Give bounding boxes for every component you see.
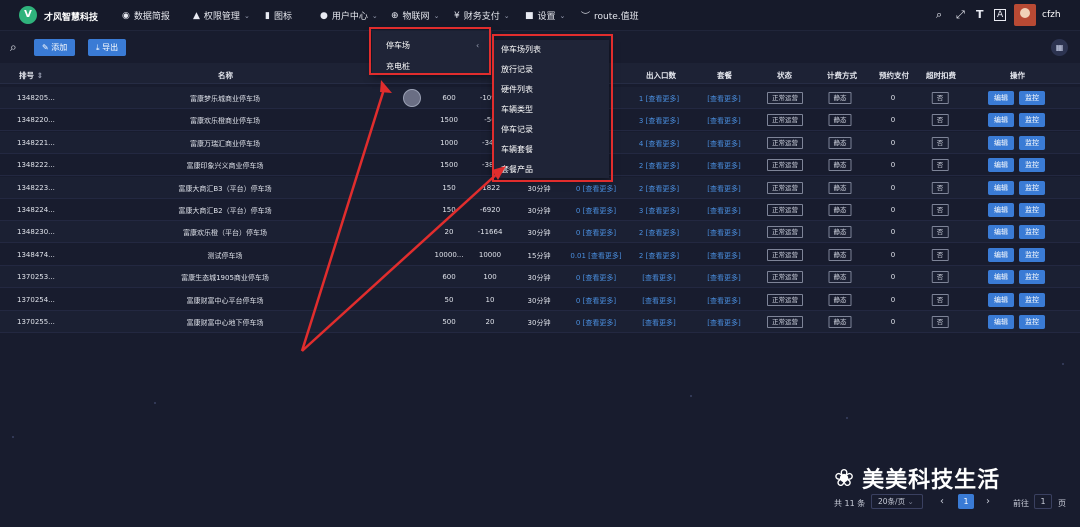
annotation-arrows: [300, 80, 506, 352]
prev-page-icon[interactable]: ‹: [940, 496, 944, 507]
wechat-icon: ❀: [834, 464, 855, 492]
next-page-icon[interactable]: ›: [986, 496, 990, 507]
page-size-select[interactable]: 20条/页 ⌄: [871, 494, 923, 509]
goto-page-input[interactable]: 1: [1034, 494, 1052, 509]
watermark-text: 美美科技生活: [862, 468, 1001, 493]
page-suffix: 页: [1058, 499, 1066, 508]
chevron-down-icon: ⌄: [907, 497, 914, 506]
pagination-total: 共 11 条: [834, 499, 866, 508]
page-number-current[interactable]: 1: [958, 494, 974, 509]
page-size-value: 20条/页: [878, 497, 906, 506]
watermark: ❀ 美美科技生活: [834, 462, 1000, 494]
goto-label: 前往: [1013, 499, 1029, 508]
